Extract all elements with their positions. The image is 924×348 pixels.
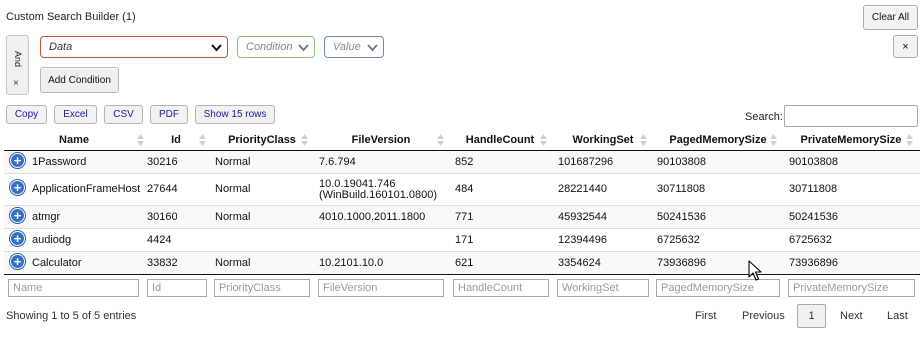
column-header-name[interactable]: Name [30, 131, 118, 149]
value-select[interactable]: Value [324, 36, 384, 58]
condition-select[interactable]: Condition [237, 36, 315, 58]
cell-private: 73936896 [789, 257, 838, 269]
cell-private: 30711808 [789, 183, 838, 195]
clear-all-button[interactable]: Clear All [863, 5, 918, 30]
column-header-fileversion[interactable]: FileVersion [316, 131, 446, 149]
cell-version: 10.2101.10.0 [319, 257, 384, 269]
sort-icon [199, 134, 206, 146]
cell-version: 4010.1000.2011.1800 [319, 211, 426, 223]
remove-criteria-button[interactable]: × [893, 35, 918, 58]
filter-handlecount-input[interactable] [453, 279, 549, 297]
cell-priority: Normal [215, 257, 251, 269]
copy-button[interactable]: Copy [6, 105, 47, 124]
sort-icon [640, 134, 647, 146]
cell-priority: Normal [215, 156, 251, 168]
filter-name-input[interactable] [8, 279, 139, 297]
cell-working: 45932544 [558, 211, 607, 223]
cell-name: 1Password [32, 156, 87, 168]
cell-name: Calculator [32, 257, 82, 269]
cell-private: 6725632 [789, 234, 832, 246]
expand-icon[interactable]: + [10, 180, 25, 195]
cell-id: 33832 [147, 257, 178, 269]
cell-version: 7.6.794 [319, 156, 356, 168]
filter-priorityclass-input[interactable] [214, 279, 310, 297]
cell-paged: 6725632 [657, 234, 700, 246]
builder-title: Custom Search Builder (1) [6, 11, 136, 23]
logic-label: And [13, 51, 23, 68]
cell-working: 12394496 [558, 234, 607, 246]
expand-icon[interactable]: + [10, 231, 25, 246]
cell-handles: 771 [455, 211, 474, 223]
expand-icon[interactable]: + [10, 254, 25, 269]
expand-icon[interactable]: + [10, 153, 25, 168]
add-condition-button[interactable]: Add Condition [40, 67, 119, 93]
cell-paged: 30711808 [657, 183, 706, 195]
row-divider [4, 173, 920, 174]
cell-paged: 50241536 [657, 211, 706, 223]
filter-fileversion-input[interactable] [318, 279, 444, 297]
column-header-workingset[interactable]: WorkingSet [556, 131, 650, 149]
logic-remove-icon[interactable]: × [13, 78, 19, 89]
cell-working: 28221440 [558, 183, 607, 195]
pagination-next[interactable]: Next [840, 310, 863, 322]
csv-button[interactable]: CSV [104, 105, 143, 124]
pdf-button[interactable]: PDF [150, 105, 188, 124]
data-select-value: Data [49, 41, 73, 53]
cell-id: 4424 [147, 234, 172, 246]
column-header-handlecount[interactable]: HandleCount [452, 131, 548, 149]
chevron-down-icon [211, 44, 222, 52]
sort-icon [906, 134, 913, 146]
cell-handles: 621 [455, 257, 474, 269]
cell-name: audiodg [32, 234, 72, 246]
filter-id-input[interactable] [147, 279, 207, 297]
column-header-priorityclass[interactable]: PriorityClass [212, 131, 312, 149]
cell-name: atmgr [32, 211, 61, 223]
cell-paged: 90103808 [657, 156, 706, 168]
table-bottom-divider [4, 274, 920, 275]
mouse-cursor-icon [748, 260, 762, 281]
chevron-down-icon [298, 44, 309, 52]
sort-icon [540, 134, 547, 146]
sort-icon [437, 134, 444, 146]
logic-toggle[interactable]: And × [6, 35, 29, 95]
table-info: Showing 1 to 5 of 5 entries [6, 310, 137, 322]
cell-handles: 852 [455, 156, 474, 168]
pagination-last[interactable]: Last [887, 310, 908, 322]
cell-private: 90103808 [789, 156, 838, 168]
cell-paged: 73936896 [657, 257, 706, 269]
cell-priority: Normal [215, 211, 251, 223]
condition-select-value: Condition [246, 41, 293, 53]
excel-button[interactable]: Excel [54, 105, 97, 124]
expand-icon[interactable]: + [10, 208, 25, 223]
sort-icon [770, 134, 777, 146]
cell-id: 27644 [147, 183, 178, 195]
column-header-privatememorysize[interactable]: PrivateMemorySize [784, 131, 918, 149]
cell-name: ApplicationFrameHost [32, 183, 141, 195]
cell-working: 101687296 [558, 156, 614, 168]
cell-version-line2: (WinBuild.160101.0800) [319, 189, 438, 201]
search-label: Search: [745, 111, 783, 123]
data-select[interactable]: Data [40, 36, 228, 58]
sort-icon [301, 134, 308, 146]
row-divider [4, 228, 920, 229]
value-select-value: Value [333, 41, 361, 53]
cell-handles: 484 [455, 183, 474, 195]
cell-id: 30216 [147, 156, 178, 168]
show-rows-button[interactable]: Show 15 rows [195, 105, 275, 124]
chevron-down-icon [367, 44, 378, 52]
cell-private: 50241536 [789, 211, 838, 223]
cell-handles: 171 [455, 234, 474, 246]
search-input[interactable] [784, 105, 918, 127]
filter-workingset-input[interactable] [557, 279, 649, 297]
column-header-id[interactable]: Id [146, 131, 206, 149]
sort-icon [137, 134, 144, 146]
cell-priority: Normal [215, 183, 251, 195]
filter-privatememorysize-input[interactable] [788, 279, 915, 297]
cell-id: 30160 [147, 211, 178, 223]
pagination-first[interactable]: First [695, 310, 716, 322]
cell-working: 3354624 [558, 257, 601, 269]
pagination-current[interactable]: 1 [797, 304, 826, 328]
pagination-previous[interactable]: Previous [742, 310, 785, 322]
column-header-pagedmemorysize[interactable]: PagedMemorySize [654, 131, 782, 149]
